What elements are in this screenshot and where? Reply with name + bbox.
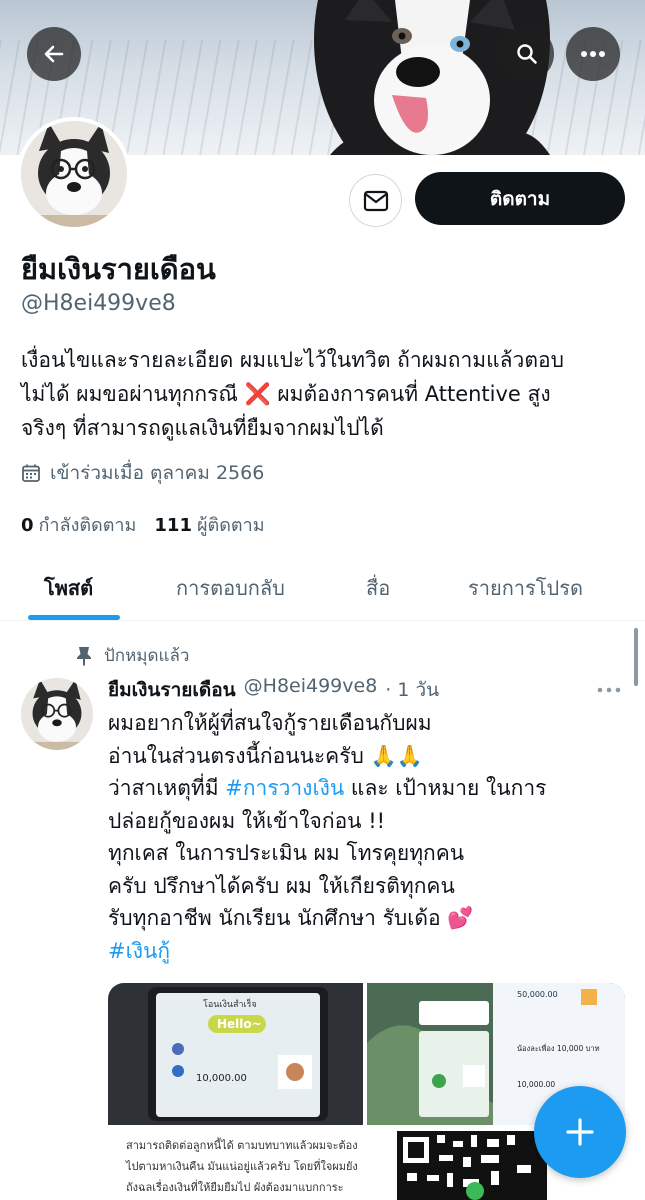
message-button[interactable] [349,174,402,227]
back-button[interactable] [27,27,81,81]
app-balance: 50,000.00 [517,990,558,999]
post-line-text: และ เป้าหมาย ในการ [344,776,547,800]
plus-icon [566,1118,594,1146]
hashtag-link[interactable]: #การวางเงิน [225,776,344,800]
transfer-slip-photo[interactable]: โอนเงินสำเร็จ Hello~ 10,000.00 [108,983,363,1125]
mail-icon [363,190,388,211]
join-date: เข้าร่วมเมื่อ ตุลาคม 2566 [21,458,264,488]
search-button[interactable] [500,27,554,81]
bio-line: จริงๆ ที่สามารถดูแลเงินที่ยืมจากผมไปได้ [21,416,384,440]
pin-icon [77,646,91,666]
bio-line: เงื่อนไขและรายละเอียด ผมแปะไว้ในทวิต ถ้า… [21,348,564,372]
profile-bio: เงื่อนไขและรายละเอียด ผมแปะไว้ในทวิต ถ้า… [21,343,633,445]
post-author-handle[interactable]: @H8ei499ve8 [244,675,378,705]
active-tab-indicator [28,615,120,620]
profile-name: ยืมเงินรายเดือน [21,252,216,286]
followers-label: ผู้ติดตาม [196,515,265,536]
scrollbar[interactable] [634,628,638,686]
caption-line: สามารถติดต่อลูกหนี้ได้ ตามบทบาทแล้วผมจะต… [126,1139,358,1152]
more-icon [597,687,621,693]
post-author-avatar[interactable] [21,678,93,750]
tab-likes[interactable]: รายการโปรด [468,572,583,604]
post-text: ผมอยากให้ผู้ที่สนใจกู้รายเดือนกับผม อ่าน… [108,707,608,967]
back-arrow-icon [44,45,64,63]
pinned-label: ปักหมุดแล้ว [104,646,190,666]
follow-button[interactable]: ติดตาม [415,172,625,225]
post-line: รับทุกอาชีพ นักเรียน นักศึกษา รับเด้อ 💕 [108,906,474,930]
compose-post-button[interactable] [534,1086,626,1178]
slip-amount: 10,000.00 [196,1073,247,1084]
followers-link[interactable]: 111 ผู้ติดตาม [154,510,264,539]
following-label: กำลังติดตาม [38,515,137,536]
profile-tabs: โพสต์ การตอบกลับ สื่อ รายการโปรด [0,560,645,621]
post-media-grid: โอนเงินสำเร็จ Hello~ 10,000.00 สามารถติด… [108,983,625,1200]
tab-replies[interactable]: การตอบกลับ [176,572,285,604]
caption-line: ถังฉลเรื่องเงินที่ให้ยืมยืมไป ผังต้องมาแ… [126,1181,344,1194]
post-header: ยืมเงินรายเดือน @H8ei499ve8 · 1 วัน [108,675,439,705]
post-more-button[interactable] [597,678,621,697]
post-line: ว่าสาเหตุที่มี #การวางเงิน และ เป้าหมาย … [108,772,608,805]
following-link[interactable]: 0 กำลังติดตาม [21,510,136,539]
post-line-text: ว่าสาเหตุที่มี [108,776,226,800]
post-time[interactable]: · 1 วัน [385,675,439,705]
pinned-indicator: ปักหมุดแล้ว [76,642,189,669]
post-author-name[interactable]: ยืมเงินรายเดือน [108,675,236,705]
followers-count: 111 [154,515,192,536]
app-amount: 10,000.00 [517,1080,555,1089]
post-line: ผมอยากให้ผู้ที่สนใจกู้รายเดือนกับผม [108,711,432,735]
more-icon [581,51,605,57]
profile-avatar[interactable] [17,117,131,231]
slip-sticker: Hello~ [217,1017,262,1031]
husky-glasses-avatar-image [21,678,93,750]
calendar-icon [22,464,40,482]
tab-media[interactable]: สื่อ [366,572,390,604]
husky-glasses-avatar-image [21,121,127,227]
join-date-text: เข้าร่วมเมื่อ ตุลาคม 2566 [50,462,265,484]
post-line: ทุกเคส ในการประเมิน ผม โทรคุยทุกคน [108,841,465,865]
post-line: ครับ ปรึกษาได้ครับ ผม ให้เกียรติทุกคน [108,873,455,898]
post-line: ปล่อยกู้ของผม ให้เข้าใจก่อน !! [108,808,386,833]
bio-line: ไม่ได้ ผมขอผ่านทุกกรณี ❌ ผมต้องการคนที่ … [21,382,551,406]
profile-handle: @H8ei499ve8 [21,291,176,316]
tab-posts[interactable]: โพสต์ [44,572,93,604]
more-options-button[interactable] [566,27,620,81]
caption-line: ไปตามหาเงินคืน มันแน่อยู่แล้วครับ โดยที่… [126,1160,358,1173]
app-caption: น้องละเพื่อง 10,000 บาท [517,1043,600,1053]
following-count: 0 [21,515,34,536]
post-line: อ่านในส่วนตรงนี้ก่อนนะครับ 🙏🙏 [108,743,423,768]
transfer-slip-caption: สามารถติดต่อลูกหนี้ได้ ตามบทบาทแล้วผมจะต… [108,1125,363,1200]
search-icon [517,44,537,64]
follow-stats: 0 กำลังติดตาม 111 ผู้ติดตาม [21,510,265,539]
hashtag-link[interactable]: #เงินกู้ [108,939,170,963]
post-line: #เงินกู้ [108,935,608,968]
